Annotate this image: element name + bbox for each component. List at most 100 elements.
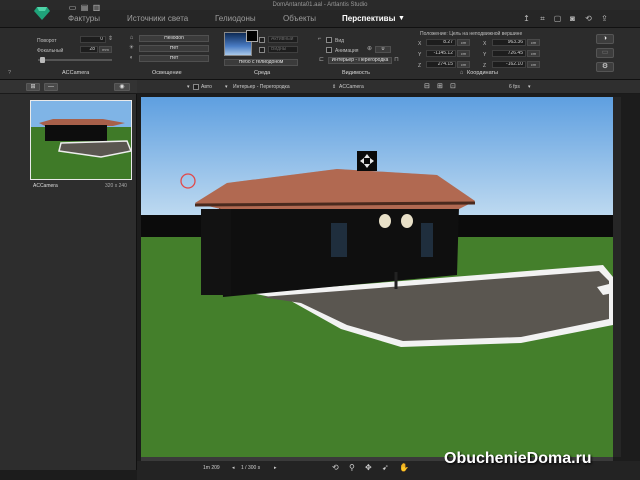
fps-dropdown-icon[interactable]: ▾ [528,84,531,90]
view-icon: ⌐ [317,36,322,42]
render-icon[interactable]: ↥ [522,14,531,23]
visible-button[interactable]: Видны [268,46,298,53]
coords-section-title: Координаты [467,70,498,76]
focal-slider[interactable] [38,59,112,61]
pos-x-input[interactable]: 8.27 [426,39,456,46]
pos-z-input[interactable]: 274.15 [426,61,456,68]
view-thumbnail[interactable] [30,100,132,180]
background-swatch[interactable] [246,30,258,42]
inter-select[interactable]: Интерьер - Перегородка [233,84,290,90]
axis-z-label: Z [418,63,422,69]
zoom-icon[interactable]: ⚲ [349,463,355,472]
tilt-stepper-icon[interactable]: ⇕ [107,36,114,43]
remove-view-button[interactable]: — [44,83,58,91]
pos-x-unit[interactable]: cm [457,39,470,46]
eye-icon[interactable]: ◉ [114,83,130,91]
refresh-icon[interactable]: ⟲ [332,463,339,472]
clip-edit-icon[interactable]: ⊓ [393,57,400,64]
active-button[interactable]: Активный [268,36,298,43]
inter-icon[interactable]: ▾ [225,84,228,90]
coords-lock-icon[interactable]: ⌂ [458,70,465,77]
target-z-unit[interactable]: cm [527,61,540,68]
tilt-input[interactable]: 0 [80,36,106,43]
animation-checkbox[interactable] [326,47,332,53]
camera-select-icon[interactable]: ⇕ [332,84,336,90]
coords-header: Положение: Цель на неподвижной вершине [420,31,523,37]
camera-icon[interactable]: ◙ [568,14,577,23]
interior-select[interactable]: Интерьер - Перегородка [328,57,392,64]
pan-icon[interactable]: ✋ [399,463,409,472]
window-icon[interactable]: ▢ [553,14,562,23]
lock-icon[interactable]: ⌂ [128,35,135,42]
view-checkbox[interactable] [326,37,332,43]
settings-icon[interactable]: ⚙ [596,62,614,72]
grid-icon[interactable]: ⊡ [450,82,456,90]
target-x-unit[interactable]: cm [527,39,540,46]
animation-label: Анимация [335,48,359,54]
tab-bar: ▭ ▤ ▥ Фактуры Источники света Гелиодоны … [0,3,640,28]
focal-unit[interactable]: mm [99,46,112,53]
tab-heliodons[interactable]: Гелиодоны [215,10,256,28]
tab-perspectives[interactable]: Перспективы [342,10,395,28]
tilt-label: Поворот [37,38,57,44]
tab-objects[interactable]: Объекты [283,10,316,28]
export-icon[interactable]: ⇪ [600,14,609,23]
next-frame-icon[interactable]: ▸ [274,465,277,471]
focal-label: Фокальный [37,48,64,54]
scale-readout: 1m 209 [203,465,220,471]
heliodon-icon[interactable]: ◐ [128,55,135,62]
fps-select[interactable]: 6 fps [509,84,520,90]
auto-icon[interactable]: ▾ [187,84,190,90]
pos-y-unit[interactable]: cm [457,50,470,57]
navigate-icon[interactable]: ✥ [365,463,372,472]
target-x-input[interactable]: 963.36 [492,39,526,46]
rotate-icon[interactable]: ⟲ [584,14,593,23]
axis-x-label: X [418,41,422,47]
light-select-1[interactable]: Нет [139,45,209,52]
lighting-section-title: Освещение [152,70,182,76]
prev-frame-icon[interactable]: ◂ [232,465,235,471]
frame-counter: 1 / 300 s [241,465,261,471]
focal-slider-thumb[interactable] [40,57,45,63]
tab-lights[interactable]: Источники света [127,10,188,28]
animation-select[interactable]: 0 [375,46,391,53]
preview-icon[interactable]: ⊟ [424,82,430,90]
render-viewport[interactable] [141,97,613,457]
target-z-input[interactable]: -162.10 [492,61,526,68]
light-icon[interactable]: ☀ [128,45,135,52]
secondary-toggle-icon[interactable]: ▭ [596,48,614,58]
thumbnail-name: ACCamera [33,183,58,189]
help-icon[interactable]: ? [8,70,11,76]
camera-section-title: ACCamera [62,70,90,76]
target-y-unit[interactable]: cm [527,50,540,57]
sky-select[interactable]: Небо с гелиодоном [224,59,298,66]
environment-section-title: Среда [254,70,271,76]
heliodon-select[interactable]: Heliodon [139,35,209,42]
target-x-label: X [483,41,487,47]
animation-icon: ⊕ [366,46,373,52]
crop-icon[interactable]: ⌗ [538,14,547,23]
focal-input[interactable]: 28 [80,46,98,53]
watermark: ObuchenieDoma.ru [444,450,592,467]
target-y-input[interactable]: 726.45 [492,50,526,57]
view-label: Вид [335,38,345,44]
light-select-2[interactable]: Нет [139,55,209,62]
auto-label[interactable]: Авто [201,84,212,90]
clip-icon: ⊏ [318,57,325,63]
axis-y-label: Y [418,52,422,58]
active-checkbox[interactable] [259,37,265,43]
fly-icon[interactable]: ➹ [382,463,389,472]
add-view-icon[interactable]: ⊞ [26,83,40,91]
light-toggle-icon[interactable]: ◑ [596,34,614,44]
tab-textures[interactable]: Фактуры [68,10,100,28]
pos-y-input[interactable]: -1145.12 [426,50,456,57]
target-y-label: Y [483,52,487,58]
pos-z-unit[interactable]: cm [457,61,470,68]
viewport-vertical-scrollbar[interactable] [613,97,621,457]
tab-dropdown-icon[interactable]: ▼ [398,10,405,28]
layout-icon[interactable]: ⊞ [437,82,443,90]
camera-select[interactable]: ACCamera [339,84,364,90]
visible-checkbox[interactable] [259,47,265,53]
thumbnail-size: 320 x 240 [105,183,127,189]
auto-checkbox[interactable] [193,84,199,90]
